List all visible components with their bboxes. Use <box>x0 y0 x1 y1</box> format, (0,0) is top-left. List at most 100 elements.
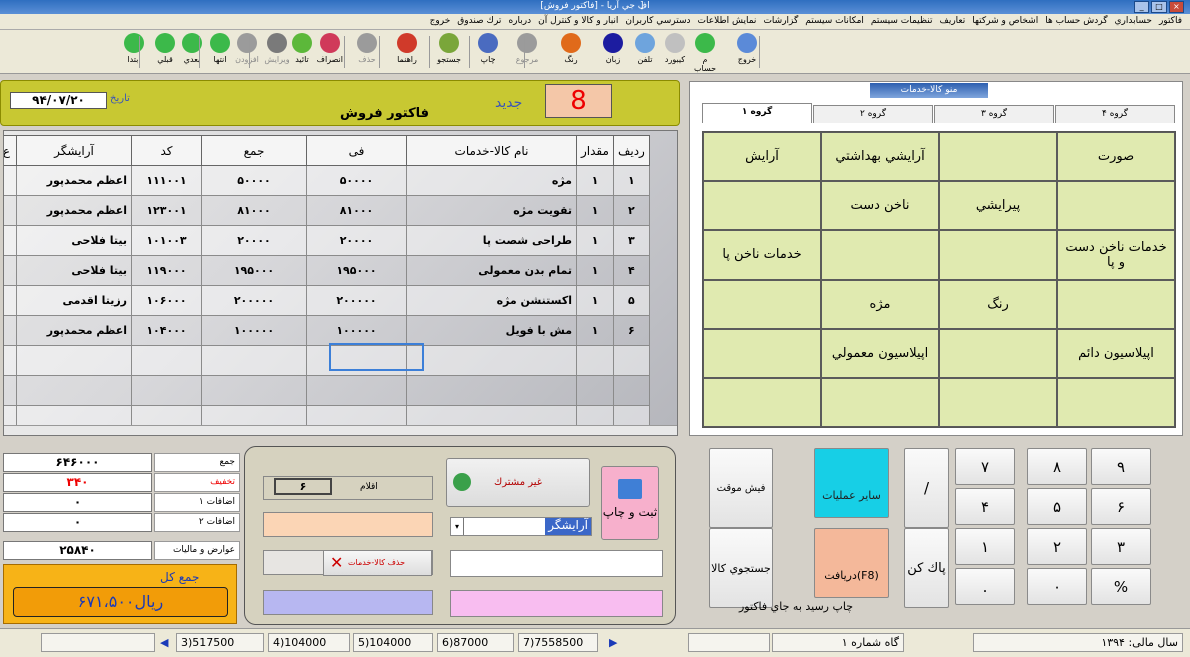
grid-cell[interactable] <box>4 285 17 316</box>
grid-cell[interactable] <box>612 375 650 406</box>
grid-cell[interactable]: ١ <box>576 225 614 256</box>
table-row[interactable]: ٣ ١ طراحی شصت پا ۲۰۰۰۰ ۲۰۰۰۰ ۱۰۱۰۰۳ بيتا فلاحی <box>4 225 650 256</box>
grid-cell[interactable]: اعظم محمدپور <box>16 195 132 226</box>
date-field[interactable]: ۹۴/۰۷/۲۰ <box>10 92 107 109</box>
page-tab[interactable]: 7)7558500 <box>518 633 598 652</box>
invoice-number[interactable]: 8 <box>545 84 612 118</box>
grid-cell[interactable] <box>4 195 17 226</box>
page-tab[interactable]: 4)104000 <box>268 633 350 652</box>
toolbar-button-11[interactable]: انصراف <box>317 33 343 73</box>
grid-header[interactable]: فی <box>306 135 407 166</box>
group-item[interactable] <box>939 328 1057 378</box>
toolbar-button-8[interactable]: جستجو <box>436 33 462 73</box>
toolbar-button-2[interactable]: كيبورد <box>662 33 688 73</box>
grid-cell[interactable]: ۱۰۰۰۰۰ <box>201 315 307 346</box>
tab-group-1[interactable]: گروه ۱ <box>702 103 812 123</box>
menu-item[interactable]: درباره <box>508 16 531 27</box>
search-goods-button[interactable]: جستجوي كالا <box>709 528 773 608</box>
group-item[interactable] <box>703 181 821 231</box>
grid-header[interactable]: آرايشگر <box>16 135 132 166</box>
keypad-key[interactable]: ٠ <box>1027 568 1087 605</box>
group-item[interactable]: آرايش <box>703 132 821 182</box>
tab-group-4[interactable]: گروه ۴ <box>1055 105 1175 123</box>
grid-cell[interactable]: ۵۰۰۰۰ <box>201 165 307 196</box>
grid-cell[interactable]: ۱۰۴۰۰۰ <box>131 315 202 346</box>
print-receipt-checkbox[interactable]: چاپ رسيد به جاي فاكتور <box>739 600 853 613</box>
grid-cell[interactable]: ۲۰۰۰۰ <box>201 225 307 256</box>
grid-cell[interactable]: ۴ <box>612 255 650 286</box>
group-item[interactable]: رنگ <box>939 279 1057 329</box>
next-page-icon[interactable]: ▶ <box>609 636 617 649</box>
toolbar-button-5[interactable]: رنگ <box>558 33 584 73</box>
group-item[interactable] <box>703 328 821 378</box>
grid-cell[interactable]: ۸۱۰۰۰ <box>306 195 407 226</box>
close-button[interactable]: × <box>1168 1 1184 13</box>
toolbar-button-0[interactable]: خروج <box>734 33 760 73</box>
divide-button[interactable]: / <box>904 448 949 528</box>
grid-cell[interactable]: ١ <box>576 195 614 226</box>
toolbar-button-13[interactable]: ويرايش <box>264 33 290 73</box>
grid-cell[interactable] <box>16 375 132 406</box>
grid-cell[interactable]: مش با فويل <box>406 315 577 346</box>
grid-cell[interactable]: ١ <box>576 255 614 286</box>
keypad-key[interactable]: ٩ <box>1091 448 1151 485</box>
chevron-down-icon[interactable]: ▾ <box>451 518 464 535</box>
toolbar-button-14[interactable]: افزودن <box>234 33 260 73</box>
grid-cell[interactable]: ٣ <box>612 225 650 256</box>
menu-item[interactable]: ترك صندوق <box>457 16 501 27</box>
toolbar-button-6[interactable]: مرجوع <box>514 33 540 73</box>
menu-item[interactable]: دسترسي كاربران <box>625 16 690 27</box>
keypad-key[interactable]: ٧ <box>955 448 1015 485</box>
table-row[interactable]: ٢ ١ تقويت مژه ۸۱۰۰۰ ۸۱۰۰۰ ۱۲۳۰۰۱ اعظم محمدپور <box>4 195 650 226</box>
toolbar-button-15[interactable]: انتها <box>207 33 233 73</box>
keypad-key[interactable]: ٢ <box>1027 528 1087 565</box>
grid-cell[interactable] <box>406 375 577 406</box>
tab-group-2[interactable]: گروه ۲ <box>813 105 933 123</box>
receive-button[interactable]: دريافت(F8) <box>814 528 889 598</box>
grid-cell[interactable]: مژه <box>406 165 577 196</box>
group-item[interactable]: صورت <box>1057 132 1175 182</box>
keypad-key[interactable]: . <box>955 568 1015 605</box>
table-row[interactable] <box>4 345 650 376</box>
register-print-button[interactable]: ثبت و چاپ <box>601 466 659 540</box>
grid-cell[interactable] <box>612 345 650 376</box>
keypad-key[interactable]: ۵ <box>1027 488 1087 525</box>
grid-cell[interactable] <box>4 225 17 256</box>
menu-item[interactable]: امكانات سيستم <box>805 16 864 27</box>
grid-cell[interactable]: ۱۹۵۰۰۰ <box>201 255 307 286</box>
toolbar-button-12[interactable]: تائيد <box>289 33 315 73</box>
discount-value[interactable]: ۳۴۰ <box>3 473 152 492</box>
extra-field[interactable] <box>263 590 433 615</box>
group-item[interactable] <box>703 279 821 329</box>
table-row[interactable]: ١ ١ مژه ۵۰۰۰۰ ۵۰۰۰۰ ۱۱۱۰۰۱ اعظم محمدپور <box>4 165 650 196</box>
keypad-key[interactable]: ٨ <box>1027 448 1087 485</box>
grid-cell[interactable] <box>131 375 202 406</box>
grid-cell[interactable]: ۵ <box>612 285 650 316</box>
grid-cell[interactable]: بيتا فلاحی <box>16 255 132 286</box>
keypad-key[interactable]: ۶ <box>1091 488 1151 525</box>
group-item[interactable] <box>1057 377 1175 427</box>
keypad-key[interactable]: ١ <box>955 528 1015 565</box>
table-row[interactable]: ۶ ١ مش با فويل ۱۰۰۰۰۰ ۱۰۰۰۰۰ ۱۰۴۰۰۰ اعظم محمدپ… <box>4 315 650 346</box>
grid-cell[interactable]: ۶ <box>612 315 650 346</box>
group-item[interactable] <box>939 377 1057 427</box>
menu-item[interactable]: گردش حساب ها <box>1045 16 1107 27</box>
toolbar-button-1[interactable]: م حساب <box>692 33 718 73</box>
grid-cell[interactable]: ۱۱۱۰۰۱ <box>131 165 202 196</box>
grid-cell[interactable]: ١ <box>576 285 614 316</box>
group-item[interactable] <box>1057 181 1175 231</box>
grid-cell[interactable]: ۱۰۰۰۰۰ <box>306 315 407 346</box>
menu-item[interactable]: تعاريف <box>940 16 966 27</box>
group-item[interactable] <box>1057 279 1175 329</box>
grid-cell[interactable]: ۲۰۰۰۰۰ <box>201 285 307 316</box>
group-item[interactable]: ناخن دست <box>821 181 939 231</box>
grid-cell[interactable]: ۲۰۰۰۰۰ <box>306 285 407 316</box>
toolbar-button-3[interactable]: تلفن <box>632 33 658 73</box>
keypad-key[interactable]: ٣ <box>1091 528 1151 565</box>
grid-cell[interactable]: ۱۱۹۰۰۰ <box>131 255 202 286</box>
menu-item[interactable]: گزارشات <box>763 16 798 27</box>
minimize-button[interactable]: _ <box>1134 1 1150 13</box>
grid-cell[interactable]: اعظم محمدپور <box>16 315 132 346</box>
grid-cell[interactable] <box>576 345 614 376</box>
add2-value[interactable]: ۰ <box>3 513 152 532</box>
